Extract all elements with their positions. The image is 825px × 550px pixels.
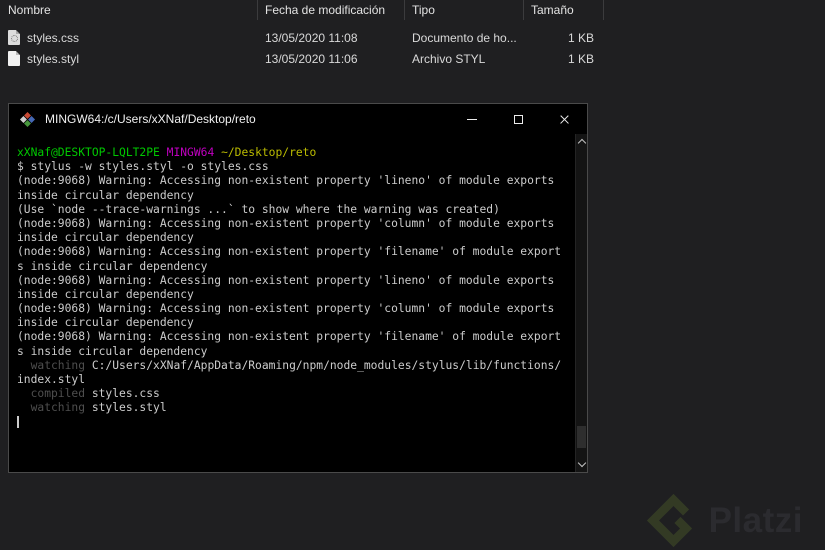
platzi-watermark: Platzi xyxy=(645,492,803,549)
column-header-tamano[interactable]: Tamaño xyxy=(524,0,604,20)
terminal-line: (node:9068) Warning: Accessing non-exist… xyxy=(17,245,562,259)
close-button[interactable] xyxy=(541,104,587,134)
minimize-icon xyxy=(467,118,477,120)
column-header-nombre[interactable]: Nombre xyxy=(0,0,258,20)
terminal-line: xXNaf@DESKTOP-LQLT2PE MINGW64 ~/Desktop/… xyxy=(17,146,317,159)
maximize-icon xyxy=(513,114,523,124)
terminal-line: (node:9068) Warning: Accessing non-exist… xyxy=(17,174,555,188)
file-row[interactable]: styles.styl 13/05/2020 11:06 Archivo STYL 1… xyxy=(0,48,825,69)
file-name: styles.styl xyxy=(0,51,258,66)
terminal-line: inside circular dependency xyxy=(17,316,194,330)
platzi-logo-icon xyxy=(646,493,692,548)
terminal-line: inside circular dependency xyxy=(17,231,194,245)
styl-file-icon xyxy=(8,51,20,66)
terminal-cursor xyxy=(17,415,19,428)
terminal-titlebar[interactable]: MINGW64:/c/Users/xXNaf/Desktop/reto xyxy=(9,104,587,134)
terminal-output: xXNaf@DESKTOP-LQLT2PE MINGW64 ~/Desktop/… xyxy=(9,134,587,430)
file-size: 1 KB xyxy=(567,30,594,45)
terminal-line: $ stylus -w styles.styl -o styles.css xyxy=(17,160,269,174)
file-modified: 13/05/2020 11:06 xyxy=(265,51,358,66)
file-type: Documento de ho... xyxy=(412,30,517,45)
terminal-line: watching C:/Users/xXNaf/AppData/Roaming/… xyxy=(17,358,562,372)
terminal-line: s inside circular dependency xyxy=(17,344,208,358)
explorer-column-headers: Nombre Fecha de modificación Tipo Tamaño xyxy=(0,0,825,20)
file-size: 1 KB xyxy=(567,51,594,66)
column-header-tipo[interactable]: Tipo xyxy=(405,0,524,20)
terminal-line xyxy=(17,415,573,430)
maximize-button[interactable] xyxy=(495,104,541,134)
terminal-line: compiled styles.css xyxy=(17,387,160,401)
file-modified: 13/05/2020 11:08 xyxy=(265,30,358,45)
git-bash-icon xyxy=(19,111,36,127)
terminal-line: inside circular dependency xyxy=(17,188,194,202)
file-list: styles.css 13/05/2020 11:08 Documento de h… xyxy=(0,27,825,69)
minimize-button[interactable] xyxy=(449,104,495,134)
terminal-scrollbar[interactable] xyxy=(575,134,587,472)
terminal-line: (Use `node --trace-warnings ...` to show… xyxy=(17,202,500,216)
file-explorer: Nombre Fecha de modificación Tipo Tamaño… xyxy=(0,0,825,69)
file-name: styles.css xyxy=(0,30,258,45)
terminal-line: inside circular dependency xyxy=(17,287,194,301)
terminal-body[interactable]: xXNaf@DESKTOP-LQLT2PE MINGW64 ~/Desktop/… xyxy=(9,134,587,472)
scrollbar-thumb[interactable] xyxy=(577,426,586,448)
terminal-line: s inside circular dependency xyxy=(17,259,208,273)
css-file-icon xyxy=(8,30,20,45)
scroll-up-icon[interactable] xyxy=(577,138,587,148)
terminal-line: index.styl xyxy=(17,373,86,386)
terminal-line: (node:9068) Warning: Accessing non-exist… xyxy=(17,302,555,316)
file-type: Archivo STYL xyxy=(412,51,486,66)
scroll-down-icon[interactable] xyxy=(577,458,587,468)
file-row[interactable]: styles.css 13/05/2020 11:08 Documento de h… xyxy=(0,27,825,48)
terminal-line: (node:9068) Warning: Accessing non-exist… xyxy=(17,330,562,344)
terminal-window: MINGW64:/c/Users/xXNaf/Desktop/reto xXNa… xyxy=(8,103,588,473)
desktop: Nombre Fecha de modificación Tipo Tamaño… xyxy=(0,0,825,550)
platzi-text: Platzi xyxy=(708,500,803,540)
close-icon xyxy=(559,114,570,125)
terminal-line: (node:9068) Warning: Accessing non-exist… xyxy=(17,216,555,230)
column-header-fecha[interactable]: Fecha de modificación xyxy=(258,0,405,20)
terminal-line: (node:9068) Warning: Accessing non-exist… xyxy=(17,273,555,287)
terminal-line: watching styles.styl xyxy=(17,401,167,415)
window-controls xyxy=(449,104,587,134)
terminal-title: MINGW64:/c/Users/xXNaf/Desktop/reto xyxy=(45,112,256,126)
